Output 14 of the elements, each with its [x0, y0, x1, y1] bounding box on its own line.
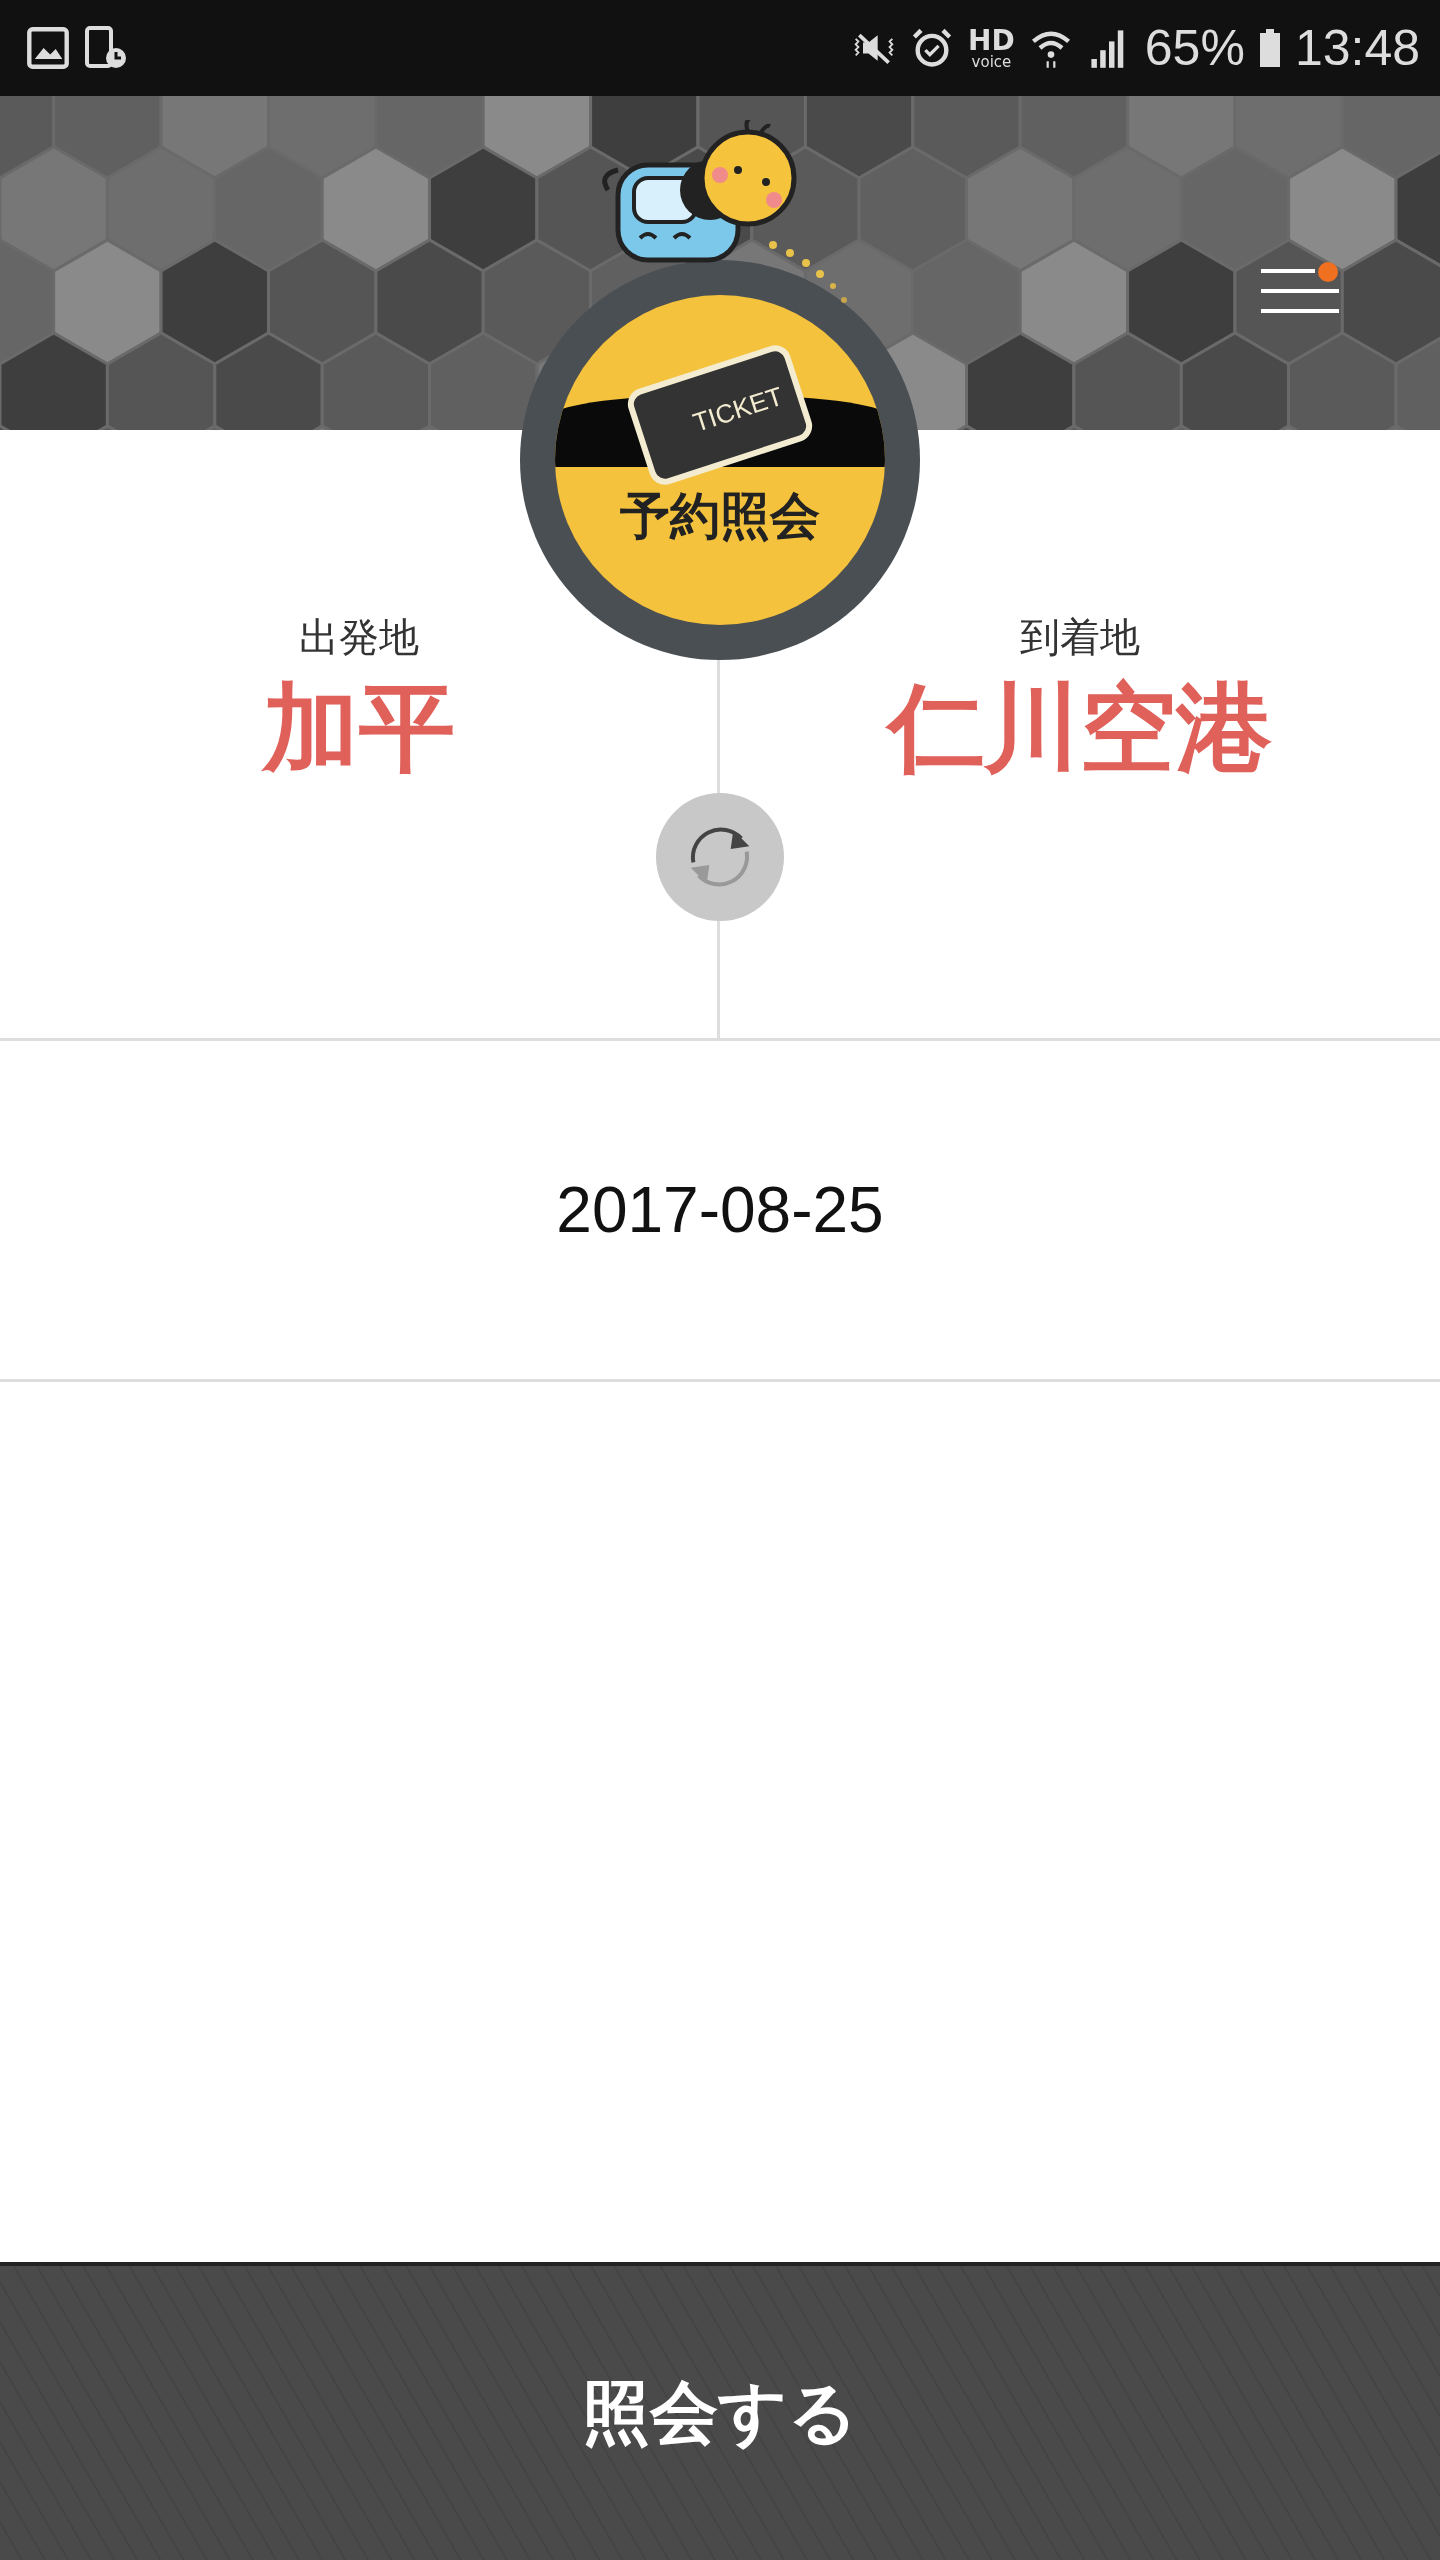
departure-value[interactable]: 加平 — [262, 673, 455, 784]
battery-icon — [1258, 28, 1281, 68]
menu-icon — [1259, 267, 1341, 315]
arrival-label: 到着地 — [1020, 613, 1140, 662]
badge-title: 予約照会 — [620, 486, 820, 547]
submit-button[interactable]: 照会する — [0, 2262, 1440, 2560]
image-icon — [26, 26, 70, 70]
battery-percent: 65% — [1144, 19, 1245, 77]
date-value[interactable]: 2017-08-25 — [556, 1173, 884, 1247]
clock-time: 13:48 — [1294, 19, 1420, 77]
phone-clock-icon — [84, 26, 128, 70]
voice-label: voice — [971, 54, 1012, 70]
departure-label: 出発地 — [298, 613, 419, 662]
hd-label: HD — [968, 26, 1015, 55]
